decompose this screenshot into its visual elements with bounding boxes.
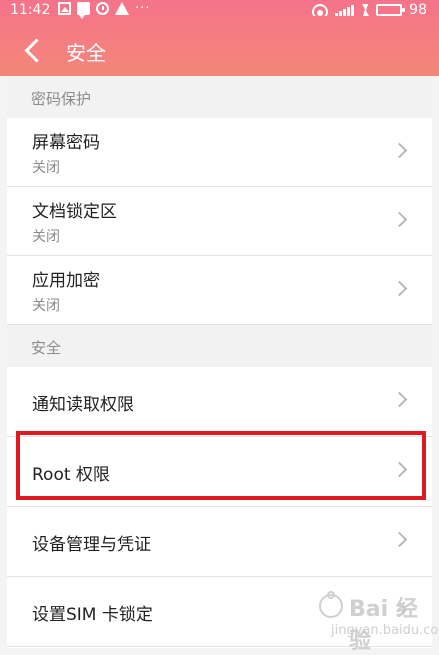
status-system-icons: 98: [312, 2, 427, 18]
image-icon: [58, 2, 71, 15]
screen-password-label: 屏幕密码: [32, 133, 100, 153]
notification-access-label: 通知读取权限: [32, 395, 134, 415]
app-encryption-status: 关闭: [32, 298, 60, 314]
app-encryption-label: 应用加密: [32, 271, 100, 291]
top-bar: 11:42 ··· 98 安全: [0, 0, 439, 76]
document-lock-label: 文档锁定区: [32, 202, 117, 222]
app-encryption-item[interactable]: 应用加密 关闭: [7, 256, 432, 325]
battery-icon: [376, 4, 406, 16]
sim-lock-item[interactable]: 设置SIM 卡锁定: [7, 577, 432, 647]
navigation-bar: 安全: [0, 28, 439, 72]
back-icon[interactable]: [24, 38, 49, 63]
clock-icon: [96, 2, 109, 15]
root-permission-item[interactable]: Root 权限: [7, 437, 432, 507]
chevron-right-icon: [391, 280, 408, 297]
status-time: 11:42: [10, 2, 51, 18]
charging-icon: [361, 4, 370, 16]
chevron-right-icon: [391, 461, 408, 478]
screen-password-item[interactable]: 屏幕密码 关闭: [7, 118, 432, 187]
document-lock-item[interactable]: 文档锁定区 关闭: [7, 187, 432, 256]
chat-icon: [77, 2, 90, 19]
settings-content: 密码保护 屏幕密码 关闭 文档锁定区 关闭 应用加密 关闭 安全 通知读取权限 …: [7, 76, 432, 648]
document-lock-status: 关闭: [32, 229, 60, 245]
sim-lock-label: 设置SIM 卡锁定: [32, 605, 153, 625]
page-title: 安全: [66, 41, 106, 65]
chevron-right-icon: [391, 211, 408, 228]
chevron-right-icon: [391, 531, 408, 548]
more-icon: ···: [135, 1, 151, 16]
section-header-password: 密码保护: [7, 76, 432, 118]
signal-icon: [335, 4, 355, 16]
device-management-label: 设备管理与凭证: [32, 535, 151, 555]
status-notification-icons: ···: [58, 1, 151, 19]
notification-access-item[interactable]: 通知读取权限: [7, 367, 432, 437]
chevron-right-icon: [391, 601, 408, 618]
device-management-item[interactable]: 设备管理与凭证: [7, 507, 432, 577]
section-header-security: 安全: [7, 325, 432, 367]
battery-level: 98: [409, 2, 427, 18]
wifi-icon: [312, 4, 329, 16]
screen-password-status: 关闭: [32, 160, 60, 176]
chevron-right-icon: [391, 391, 408, 408]
status-bar: 11:42 ··· 98: [0, 0, 439, 22]
chevron-right-icon: [391, 142, 408, 159]
root-permission-label: Root 权限: [32, 465, 110, 485]
warning-icon: [115, 2, 129, 15]
